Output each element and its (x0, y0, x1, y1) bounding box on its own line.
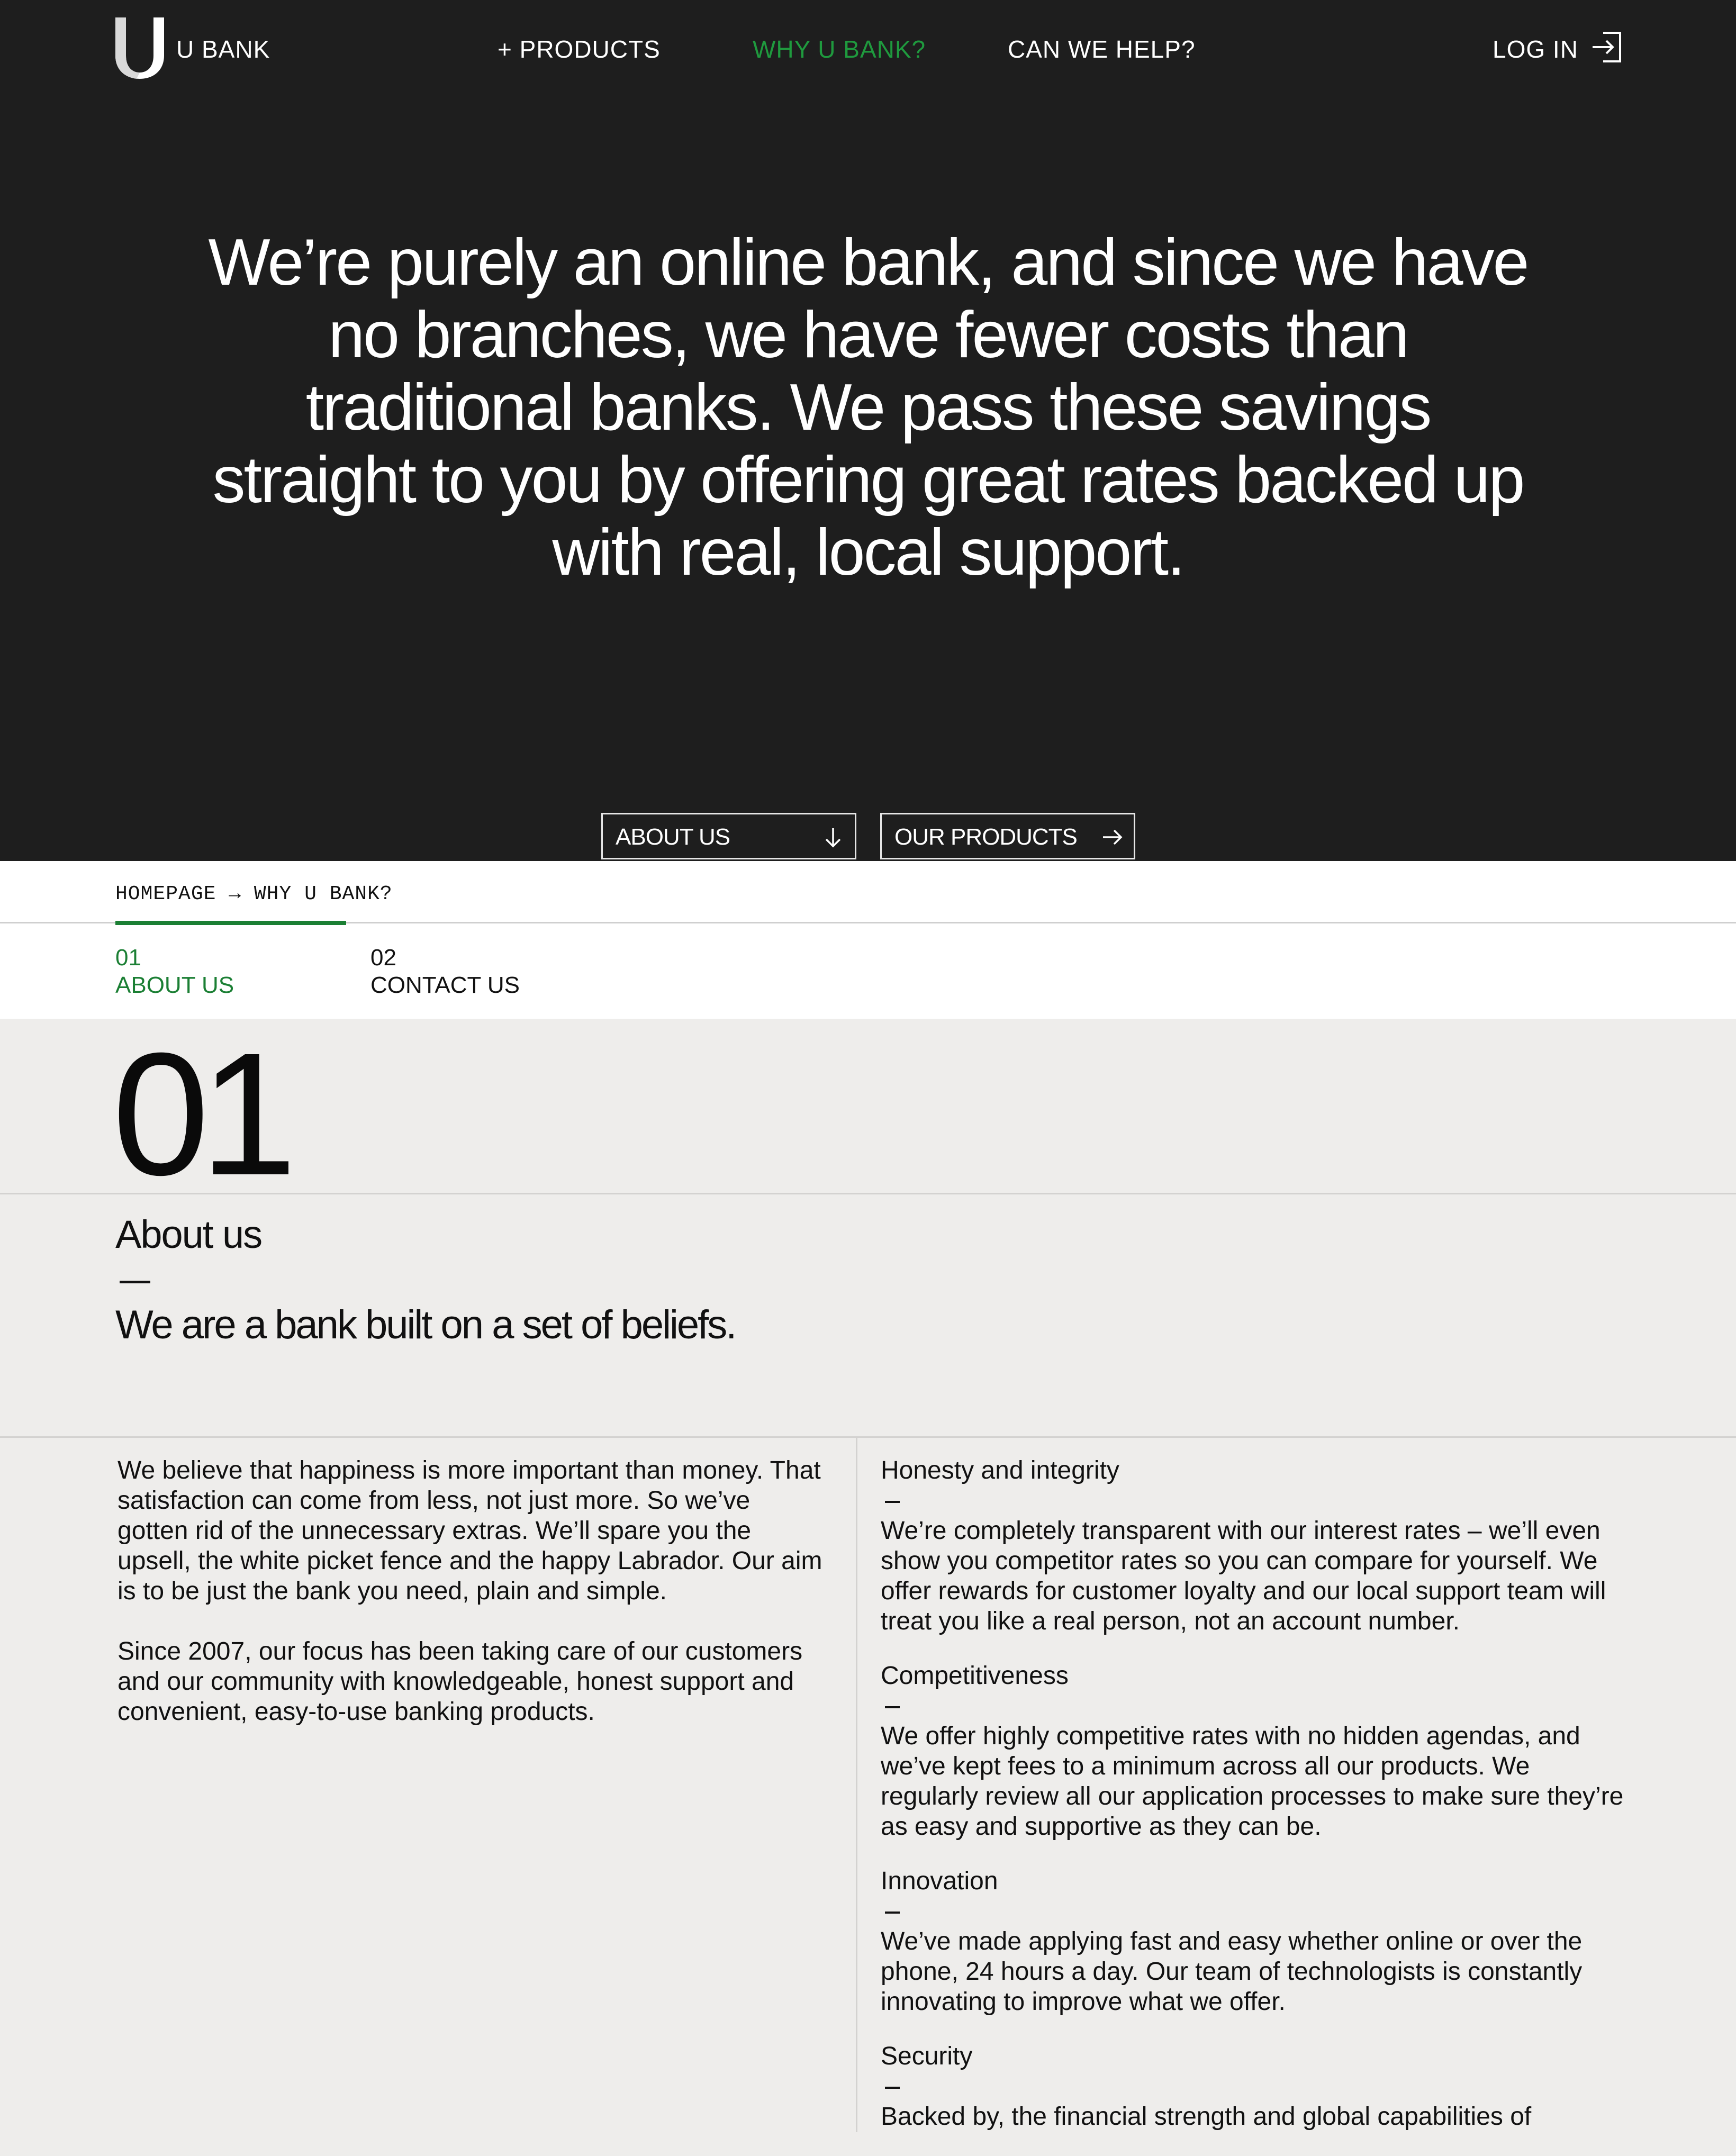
nav-why-u-bank-link[interactable]: WHY U BANK? (753, 35, 926, 64)
belief-title: Security (881, 2042, 973, 2070)
active-tab-indicator (115, 921, 346, 925)
content-divider (0, 1436, 1736, 1438)
column-divider (856, 1438, 857, 2132)
about-paragraph: Since 2007, our focus has been taking ca… (117, 1637, 803, 1726)
belief-item: Innovation We’ve made applying fast and … (881, 1866, 1632, 2017)
belief-dash (881, 1896, 1632, 1926)
belief-item: Security Backed by, the financial streng… (881, 2041, 1632, 2132)
login-icon[interactable] (1590, 31, 1623, 64)
belief-text: We offer highly competitive rates with n… (881, 1722, 1624, 1841)
tab-label: CONTACT US (370, 972, 520, 998)
section-number: 01 (112, 1016, 297, 1211)
belief-text: We’ve made applying fast and easy whethe… (881, 1927, 1583, 2016)
belief-item: Honesty and integrity We’re completely t… (881, 1455, 1632, 1636)
tab-number: 02 (370, 945, 396, 971)
title-dash (120, 1281, 150, 1283)
hero-section: We’re purely an online bank, and since w… (0, 96, 1736, 861)
about-paragraph: We believe that happiness is more import… (117, 1456, 822, 1605)
belief-title: Honesty and integrity (881, 1456, 1119, 1484)
about-us-button-label: ABOUT US (616, 824, 730, 850)
top-navigation: U BANK + PRODUCTS WHY U BANK? CAN WE HEL… (0, 0, 1736, 98)
breadcrumb-arrow-icon: → (229, 883, 242, 905)
belief-text: Backed by, the financial strength and gl… (881, 2103, 1532, 2131)
breadcrumb: HOMEPAGE → WHY U BANK? (115, 883, 393, 905)
arrow-down-icon (825, 828, 841, 848)
hero-statement: We’re purely an online bank, and since w… (208, 226, 1530, 589)
about-us-button[interactable]: ABOUT US (601, 813, 856, 859)
belief-item: Competitiveness We offer highly competit… (881, 1661, 1632, 1842)
our-products-button[interactable]: OUR PRODUCTS (880, 813, 1135, 859)
belief-title: Competitiveness (881, 1662, 1069, 1690)
breadcrumb-home-link[interactable]: HOMEPAGE (115, 883, 216, 905)
about-text: We believe that happiness is more import… (117, 1455, 827, 1757)
belief-dash (881, 1691, 1632, 1721)
login-link[interactable]: LOG IN (1493, 35, 1578, 64)
beliefs-list: Honesty and integrity We’re completely t… (881, 1455, 1632, 2156)
belief-text: We’re completely transparent with our in… (881, 1517, 1606, 1635)
tab-contact-us[interactable]: 02 CONTACT US (370, 944, 520, 999)
u-bank-logo-icon[interactable] (115, 17, 164, 79)
section-divider (0, 1193, 1736, 1194)
section-subtitle: We are a bank built on a set of beliefs. (115, 1302, 737, 1347)
tab-number: 01 (115, 945, 141, 971)
tab-about-us[interactable]: 01 ABOUT US (115, 944, 234, 999)
our-products-button-label: OUR PRODUCTS (894, 824, 1078, 850)
belief-dash (881, 2071, 1632, 2101)
tab-label: ABOUT US (115, 972, 234, 998)
brand-name[interactable]: U BANK (176, 35, 270, 64)
belief-title: Innovation (881, 1867, 998, 1895)
nav-products-link[interactable]: + PRODUCTS (498, 35, 661, 64)
belief-dash (881, 1485, 1632, 1516)
breadcrumb-current: WHY U BANK? (254, 883, 393, 905)
nav-can-we-help-link[interactable]: CAN WE HELP? (1008, 35, 1196, 64)
arrow-right-icon (1103, 829, 1123, 845)
section-title: About us (115, 1212, 263, 1256)
